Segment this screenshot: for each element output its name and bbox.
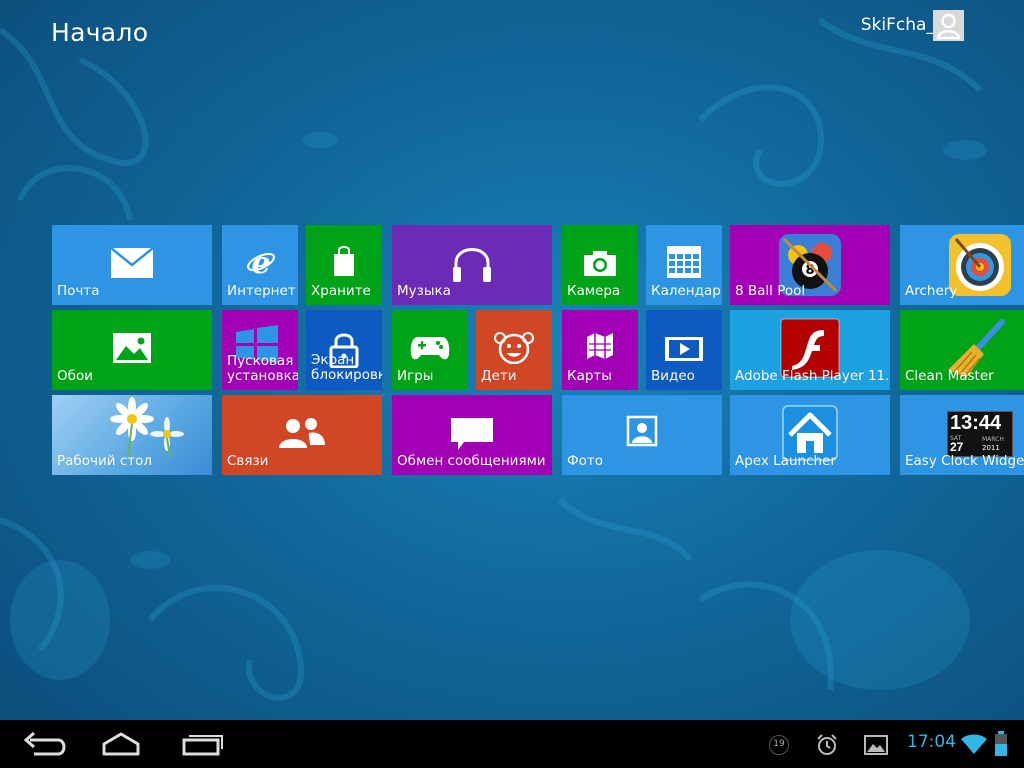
store-bag-icon xyxy=(334,246,354,276)
tile-desktop[interactable]: Рабочий стол xyxy=(52,395,212,475)
tile-easy-clock-widget[interactable]: 13:44 SAT 27 MARCH 2011 Easy Clock Widge… xyxy=(900,395,1024,475)
tile-camera[interactable]: Камера xyxy=(562,225,638,305)
back-icon xyxy=(23,731,66,756)
mail-icon xyxy=(110,247,154,278)
archery-target-icon xyxy=(949,234,1011,296)
tile-mail[interactable]: Почта xyxy=(52,225,212,305)
tile-label: Рабочий стол xyxy=(57,453,152,469)
tile-label: Пусковая установка xyxy=(227,353,298,384)
calendar-icon xyxy=(667,246,701,278)
tile-internet[interactable]: e Интернет xyxy=(222,225,298,305)
tile-messaging[interactable]: Обмен сообщениями xyxy=(392,395,552,475)
tile-label: Clean Master xyxy=(905,368,994,384)
tile-adobe-flash[interactable]: Adobe Flash Player 11.1 xyxy=(730,310,890,390)
tile-label: Календарь xyxy=(651,283,722,299)
battery-icon[interactable] xyxy=(994,731,1008,757)
tile-store[interactable]: Храните xyxy=(306,225,382,305)
kids-face-icon xyxy=(494,332,534,364)
tile-wallpaper[interactable]: Обои xyxy=(52,310,212,390)
tile-label: 8 Ball Pool xyxy=(735,283,806,299)
tile-label: Карты xyxy=(567,368,612,384)
tile-lock-screen[interactable]: Экран блокировки xyxy=(306,310,382,390)
tile-label: Обмен сообщениями xyxy=(397,453,546,469)
widget-year: 2011 xyxy=(982,444,1000,452)
tile-label: Видео xyxy=(651,368,695,384)
headphones-icon xyxy=(453,248,491,282)
notification-count-badge[interactable]: 19 xyxy=(769,735,789,755)
tile-archery[interactable]: Archery xyxy=(900,225,1024,305)
tile-label: Храните xyxy=(311,283,371,299)
user-icon xyxy=(936,13,961,40)
back-button[interactable] xyxy=(20,730,70,758)
tile-music[interactable]: Музыка xyxy=(392,225,552,305)
status-clock[interactable]: 17:04 xyxy=(907,732,956,752)
tile-games[interactable]: Игры xyxy=(392,310,468,390)
tile-8-ball-pool[interactable]: 8 8 Ball Pool xyxy=(730,225,890,305)
tile-label: Adobe Flash Player 11.1 xyxy=(735,368,890,384)
recent-apps-icon xyxy=(182,735,223,756)
tile-label: Камера xyxy=(567,283,621,299)
tile-maps[interactable]: Карты xyxy=(562,310,638,390)
avatar[interactable] xyxy=(933,10,964,41)
tile-label: Игры xyxy=(397,368,434,384)
tile-video[interactable]: Видео xyxy=(646,310,722,390)
gallery-icon[interactable] xyxy=(864,735,888,755)
people-icon xyxy=(279,418,325,448)
photo-icon xyxy=(626,415,658,447)
tile-label: Обои xyxy=(57,368,93,384)
page-title: Начало xyxy=(51,18,149,47)
tile-label: Apex Launcher xyxy=(735,453,836,469)
picture-icon xyxy=(113,333,151,363)
tile-kids[interactable]: Дети xyxy=(476,310,552,390)
speech-bubble-icon xyxy=(451,418,493,450)
tile-launcher-setup[interactable]: Пусковая установка xyxy=(222,310,298,390)
tile-label: Музыка xyxy=(397,283,451,299)
gamepad-icon xyxy=(410,337,450,360)
camera-icon xyxy=(584,251,616,276)
alarm-icon[interactable] xyxy=(816,734,838,756)
tile-label: Easy Clock Widget xyxy=(905,453,1024,469)
tile-label: Экран блокировки xyxy=(311,352,382,383)
wifi-icon[interactable] xyxy=(960,733,988,755)
tile-label: Интернет xyxy=(227,283,296,299)
home-button[interactable] xyxy=(96,730,146,758)
widget-time: 13:44 xyxy=(950,412,1002,434)
system-navigation-bar: 19 17:04 xyxy=(0,720,1024,768)
clock-widget-preview: 13:44 SAT 27 MARCH 2011 xyxy=(947,411,1013,457)
tile-label: Почта xyxy=(57,283,100,299)
tile-label: Дети xyxy=(481,368,517,384)
home-nav-icon xyxy=(102,732,140,756)
tile-calendar[interactable]: Календарь xyxy=(646,225,722,305)
tile-photos[interactable]: Фото xyxy=(562,395,722,475)
recent-apps-button[interactable] xyxy=(178,730,228,758)
daisy-wallpaper-icon xyxy=(110,397,184,457)
video-play-icon xyxy=(665,337,703,361)
tile-label: Связи xyxy=(227,453,269,469)
tile-apex-launcher[interactable]: Apex Launcher xyxy=(730,395,890,475)
tile-contacts[interactable]: Связи xyxy=(222,395,382,475)
svg-text:e: e xyxy=(251,247,270,277)
map-icon xyxy=(587,333,613,359)
tile-label: Archery xyxy=(905,283,958,299)
widget-month: MARCH xyxy=(982,436,1004,443)
ie-icon: e xyxy=(247,247,275,277)
tile-label: Фото xyxy=(567,453,604,469)
tile-clean-master[interactable]: Clean Master xyxy=(900,310,1024,390)
